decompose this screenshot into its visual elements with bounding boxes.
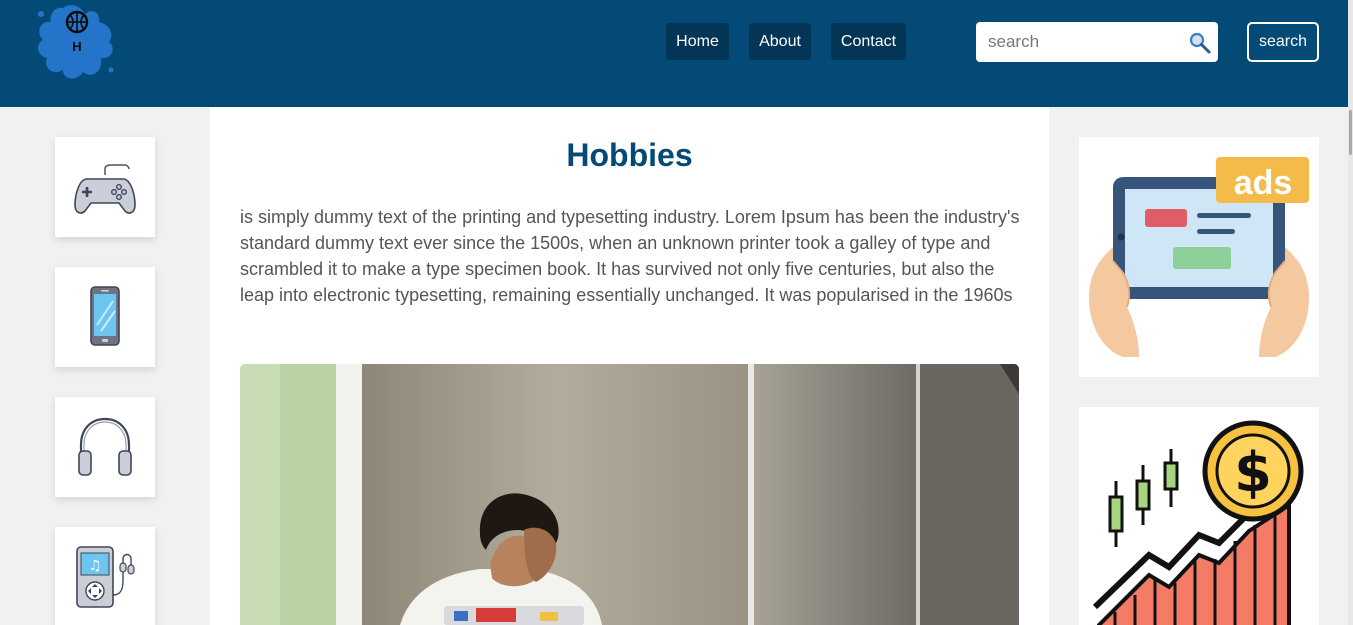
scrollbar-thumb[interactable] — [1349, 110, 1352, 155]
ad-card-finance[interactable]: $ — [1079, 407, 1319, 625]
ad-card-tablet[interactable]: ads — [1079, 137, 1319, 377]
nav-about[interactable]: About — [749, 23, 811, 60]
nav-contact[interactable]: Contact — [831, 23, 906, 60]
page-title: Hobbies — [566, 137, 693, 173]
sidebar-item-gamepad[interactable] — [55, 137, 155, 237]
tablet-ads-icon: ads — [1089, 157, 1309, 357]
smartphone-icon — [90, 286, 120, 346]
page-scrollbar[interactable] — [1348, 0, 1353, 625]
ads-text: ads — [1234, 164, 1293, 202]
music-player-icon: ♫ — [76, 546, 135, 608]
gamepad-icon — [74, 164, 136, 214]
search-input[interactable] — [976, 22, 1176, 62]
top-navbar: H Home About Contact search — [0, 0, 1353, 107]
stressed-man-photo — [240, 364, 1019, 625]
search-button[interactable]: search — [1247, 22, 1319, 62]
logo[interactable]: H — [33, 0, 117, 84]
svg-text:♫: ♫ — [89, 558, 102, 574]
svg-text:$: $ — [1234, 441, 1272, 504]
search-box — [976, 22, 1218, 62]
finance-growth-icon: $ — [1092, 420, 1304, 625]
search-icon[interactable] — [1188, 31, 1212, 55]
sidebar-item-music-player[interactable]: ♫ — [55, 527, 155, 625]
headphones-icon — [78, 417, 132, 476]
logo-letter: H — [72, 39, 81, 54]
intro-paragraph: is simply dummy text of the printing and… — [240, 207, 1020, 305]
sidebar-item-smartphone[interactable] — [55, 267, 155, 367]
nav-home[interactable]: Home — [666, 23, 729, 60]
sidebar-item-headphones[interactable] — [55, 397, 155, 497]
